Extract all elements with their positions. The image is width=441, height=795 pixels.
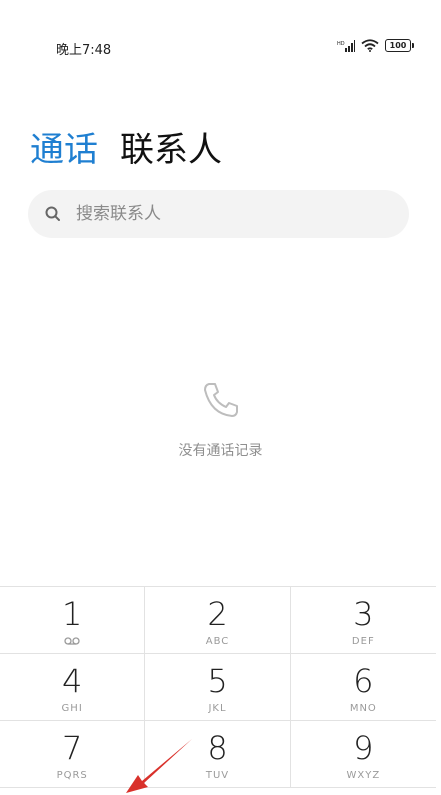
key-letters: ABC <box>205 636 230 647</box>
voicemail-icon <box>64 637 80 645</box>
key-digit: 5 <box>207 662 228 700</box>
key-9[interactable]: 9 WXYZ <box>290 721 436 788</box>
tab-bar: 通话 联系人 <box>30 128 222 172</box>
key-letters: TUV <box>205 770 230 781</box>
key-digit: 2 <box>207 595 228 633</box>
key-digit: 7 <box>61 729 83 767</box>
key-5[interactable]: 5 JKL <box>145 654 291 721</box>
key-2[interactable]: 2 ABC <box>145 587 291 654</box>
status-bar: 晚上7:48 HD 100 <box>0 0 441 92</box>
key-digit: 4 <box>61 662 83 700</box>
status-time: 晚上7:48 <box>56 43 112 58</box>
key-letters: PQRS <box>56 770 88 781</box>
key-digit: 1 <box>61 595 83 633</box>
status-icons: HD 100 <box>337 39 414 52</box>
key-letters: JKL <box>208 703 227 714</box>
key-digit: 6 <box>353 662 374 700</box>
empty-state: 没有通话记录 <box>0 378 441 460</box>
phone-icon <box>203 383 238 417</box>
key-6[interactable]: 6 MNO <box>290 654 436 721</box>
search-icon <box>45 206 60 221</box>
key-8[interactable]: 8 TUV <box>145 721 291 788</box>
empty-message: 没有通话记录 <box>178 443 263 459</box>
key-letters: MNO <box>349 703 377 714</box>
key-letters: DEF <box>351 636 375 647</box>
svg-text:HD: HD <box>337 41 345 47</box>
key-4[interactable]: 4 GHI <box>0 654 146 721</box>
key-letters: WXYZ <box>346 770 381 781</box>
battery-icon: 100 <box>385 39 414 52</box>
dial-keypad: 1 2 ABC 3 DEF 4 GHI 5 JKL 6 MNO 7 PQRS 8… <box>0 586 436 788</box>
search-bar[interactable] <box>28 190 409 238</box>
key-3[interactable]: 3 DEF <box>290 587 436 654</box>
wifi-icon <box>361 39 379 52</box>
tab-contacts[interactable]: 联系人 <box>120 128 222 172</box>
signal-icon: HD <box>337 39 355 52</box>
search-input[interactable] <box>74 203 378 225</box>
key-7[interactable]: 7 PQRS <box>0 721 146 788</box>
key-1[interactable]: 1 <box>0 587 146 654</box>
key-digit: 8 <box>207 729 228 767</box>
key-letters: GHI <box>61 703 83 714</box>
tab-calls[interactable]: 通话 <box>30 128 98 172</box>
key-digit: 9 <box>353 729 374 767</box>
key-digit: 3 <box>353 595 374 633</box>
